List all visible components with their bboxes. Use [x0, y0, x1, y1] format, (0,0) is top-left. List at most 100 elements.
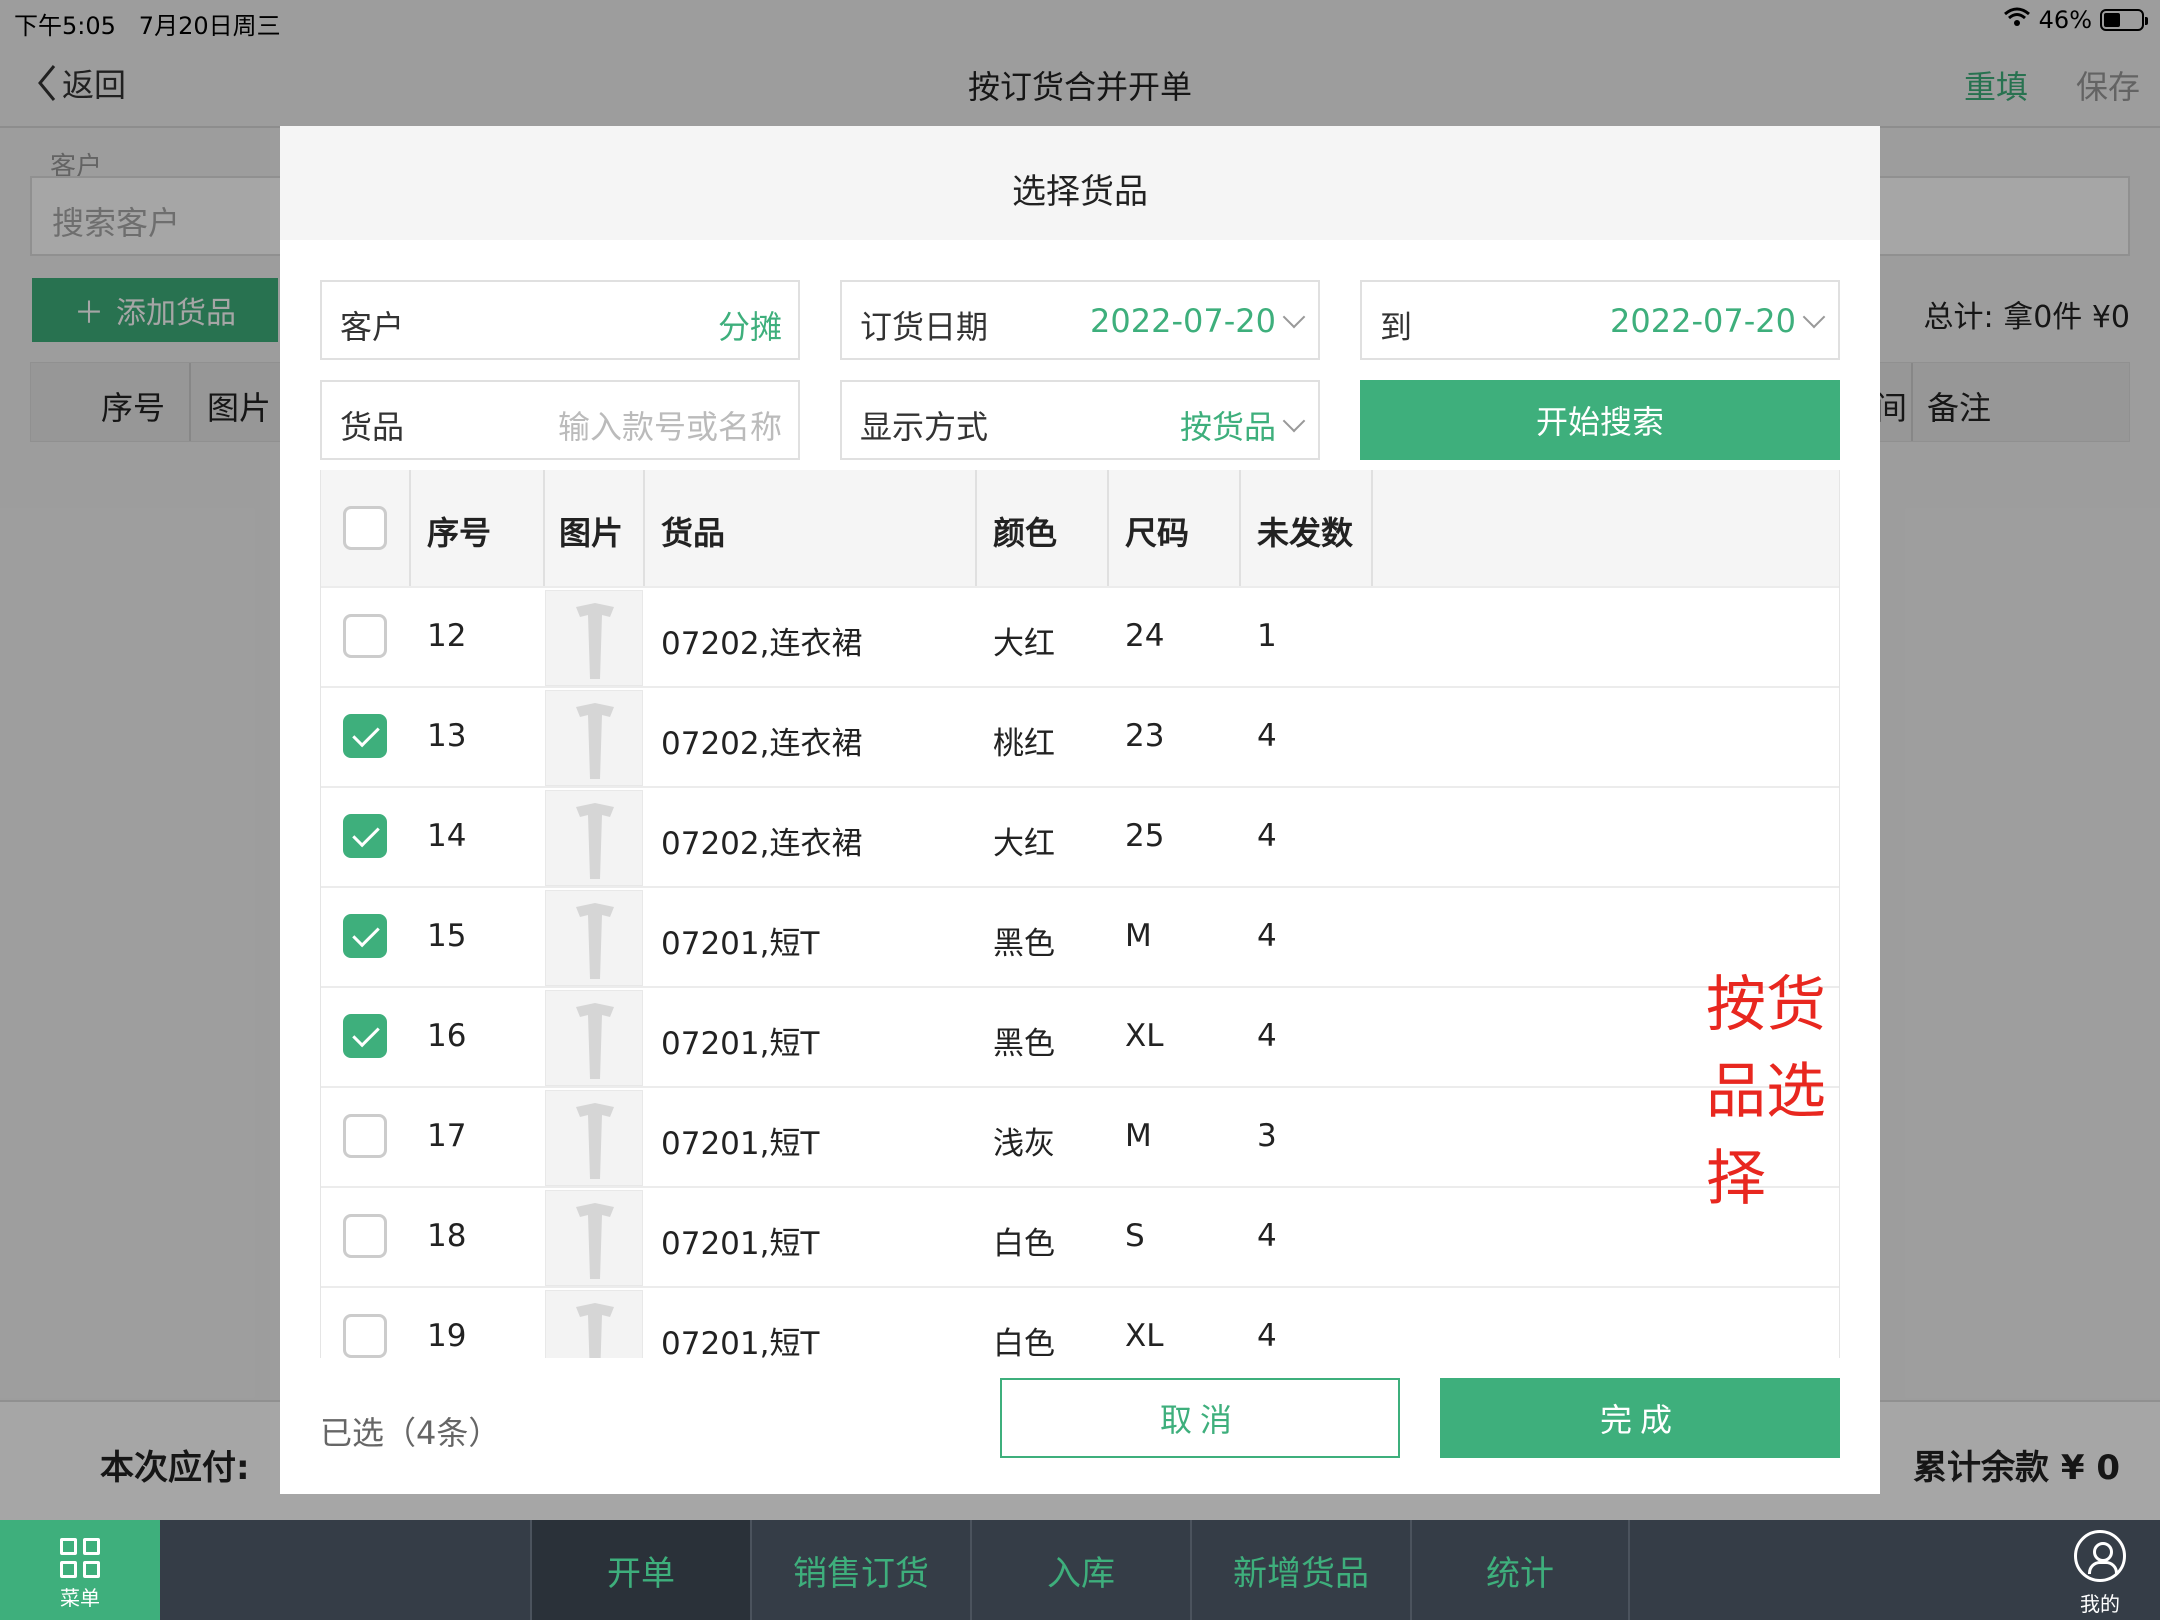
table-body: 12 07202,连衣裙 大红 24 1 13 07202,连衣裙 桃红 23 4 14 07202,…: [321, 586, 1839, 1358]
chevron-down-icon: [1802, 305, 1826, 329]
row-size: XL: [1125, 1018, 1164, 1054]
row-unsent: 4: [1257, 718, 1277, 754]
selected-count: 已选（4条）: [320, 1414, 501, 1452]
row-unsent: 1: [1257, 618, 1277, 654]
tab-sales-order[interactable]: 销售订货: [750, 1520, 970, 1620]
row-goods: 07202,连衣裙: [661, 826, 863, 862]
cancel-button[interactable]: 取消: [1000, 1378, 1400, 1458]
row-checkbox[interactable]: [343, 614, 387, 658]
menu-label: 菜单: [60, 1586, 100, 1610]
mine-button[interactable]: 我的: [2060, 1530, 2140, 1617]
table-row[interactable]: 16 07201,短T 黑色 XL 4: [321, 986, 1839, 1086]
row-checkbox[interactable]: [343, 1114, 387, 1158]
row-checkbox[interactable]: [343, 914, 387, 958]
row-checkbox[interactable]: [343, 1214, 387, 1258]
row-no: 13: [427, 718, 467, 754]
col-goods: 货品: [661, 514, 726, 552]
row-checkbox[interactable]: [343, 1314, 387, 1358]
table-row[interactable]: 15 07201,短T 黑色 M 4: [321, 886, 1839, 986]
product-thumbnail: [545, 990, 643, 1086]
shirt-icon: [576, 703, 614, 779]
row-color: 大红: [993, 826, 1055, 862]
row-color: 大红: [993, 626, 1055, 662]
shirt-icon: [576, 1303, 614, 1358]
product-thumbnail: [545, 1190, 643, 1286]
row-checkbox[interactable]: [343, 814, 387, 858]
row-color: 黑色: [993, 926, 1055, 962]
row-no: 12: [427, 618, 467, 654]
row-size: M: [1125, 1118, 1152, 1154]
mine-label: 我的: [2080, 1592, 2120, 1616]
grid-icon: [60, 1538, 100, 1578]
row-size: XL: [1125, 1318, 1164, 1354]
product-thumbnail: [545, 790, 643, 886]
table-row[interactable]: 12 07202,连衣裙 大红 24 1: [321, 586, 1839, 686]
customer-field-label: 客户: [340, 308, 405, 346]
shirt-icon: [576, 603, 614, 679]
row-color: 白色: [993, 1326, 1055, 1358]
to-date-label: 到: [1380, 308, 1413, 346]
goods-search-field[interactable]: 货品 输入款号或名称: [320, 380, 800, 460]
display-mode-select[interactable]: 显示方式 按货品: [840, 380, 1320, 460]
row-goods: 07201,短T: [661, 1026, 820, 1062]
row-unsent: 3: [1257, 1118, 1277, 1154]
col-color: 颜色: [993, 514, 1058, 552]
to-date-field[interactable]: 到 2022-07-20: [1360, 280, 1840, 360]
goods-search-input[interactable]: 输入款号或名称: [558, 402, 782, 448]
row-goods: 07201,短T: [661, 1126, 820, 1162]
table-row[interactable]: 19 07201,短T 白色 XL 4: [321, 1286, 1839, 1358]
select-all-checkbox[interactable]: [343, 506, 387, 550]
user-icon: [2074, 1530, 2126, 1582]
col-image: 图片: [559, 514, 624, 552]
display-mode-value: 按货品: [1179, 408, 1276, 446]
chevron-down-icon: [1282, 305, 1306, 329]
row-goods: 07202,连衣裙: [661, 726, 863, 762]
row-color: 黑色: [993, 1026, 1055, 1062]
modal-footer: 已选（4条） 取消 完成: [280, 1358, 1880, 1494]
row-goods: 07202,连衣裙: [661, 626, 863, 662]
display-mode-value-wrap: 按货品: [1179, 402, 1306, 448]
shirt-icon: [576, 803, 614, 879]
row-checkbox[interactable]: [343, 1014, 387, 1058]
row-no: 15: [427, 918, 467, 954]
order-date-field[interactable]: 订货日期 2022-07-20: [840, 280, 1320, 360]
product-thumbnail: [545, 590, 643, 686]
tab-kaidan[interactable]: 开单: [530, 1520, 750, 1620]
start-search-button[interactable]: 开始搜索: [1360, 380, 1840, 460]
row-goods: 07201,短T: [661, 1226, 820, 1262]
shirt-icon: [576, 1103, 614, 1179]
goods-field-label: 货品: [340, 408, 405, 446]
table-row[interactable]: 13 07202,连衣裙 桃红 23 4: [321, 686, 1839, 786]
tab-group: 开单 销售订货 入库 新增货品 统计: [530, 1520, 1630, 1620]
select-goods-modal: 选择货品 客户 分摊 订货日期 2022-07-20 到 2022-07-20 …: [280, 126, 1880, 1494]
row-no: 17: [427, 1118, 467, 1154]
row-unsent: 4: [1257, 1218, 1277, 1254]
to-date-value-wrap: 2022-07-20: [1610, 302, 1826, 340]
row-no: 16: [427, 1018, 467, 1054]
row-color: 浅灰: [993, 1126, 1055, 1162]
col-unsent: 未发数: [1257, 514, 1354, 552]
table-row[interactable]: 14 07202,连衣裙 大红 25 4: [321, 786, 1839, 886]
menu-button[interactable]: 菜单: [0, 1520, 160, 1620]
row-color: 桃红: [993, 726, 1055, 762]
display-mode-label: 显示方式: [860, 408, 989, 446]
tab-statistics[interactable]: 统计: [1410, 1520, 1630, 1620]
done-button[interactable]: 完成: [1440, 1378, 1840, 1458]
row-size: 23: [1125, 718, 1165, 754]
tab-stock-in[interactable]: 入库: [970, 1520, 1190, 1620]
tab-new-goods[interactable]: 新增货品: [1190, 1520, 1410, 1620]
row-checkbox[interactable]: [343, 714, 387, 758]
row-no: 19: [427, 1318, 467, 1354]
customer-field[interactable]: 客户 分摊: [320, 280, 800, 360]
row-unsent: 4: [1257, 818, 1277, 854]
product-thumbnail: [545, 1090, 643, 1186]
row-size: 24: [1125, 618, 1165, 654]
chevron-down-icon: [1282, 409, 1306, 433]
table-row[interactable]: 17 07201,短T 浅灰 M 3: [321, 1086, 1839, 1186]
goods-table: 序号 图片 货品 颜色 尺码 未发数 12 07202,连衣裙 大红 24 1 13 072…: [320, 470, 1840, 1358]
row-no: 18: [427, 1218, 467, 1254]
table-row[interactable]: 18 07201,短T 白色 S 4: [321, 1186, 1839, 1286]
table-header: 序号 图片 货品 颜色 尺码 未发数: [321, 470, 1839, 586]
shirt-icon: [576, 1203, 614, 1279]
col-no: 序号: [427, 514, 492, 552]
